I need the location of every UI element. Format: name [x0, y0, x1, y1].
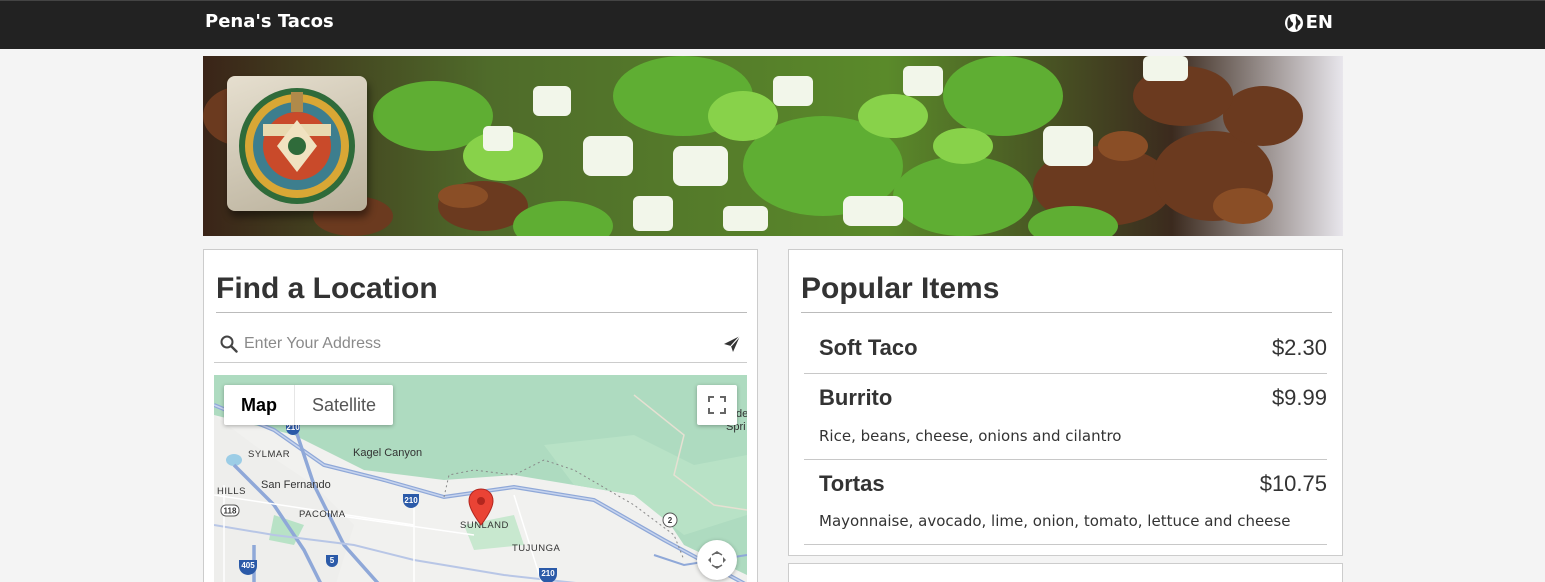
shield-210-b: 210 — [404, 496, 418, 505]
title-divider — [216, 312, 747, 313]
popular-items-list: Soft Taco $2.30 Burrito $9.99 Rice, bean… — [804, 322, 1327, 545]
shield-5: 5 — [330, 556, 335, 565]
map-label-pacoima: PACOIMA — [299, 509, 346, 520]
send-icon[interactable] — [721, 333, 743, 355]
tacos-banner-image — [203, 56, 1343, 236]
find-location-card: Find a Location Enter Your Address 210 2… — [203, 249, 758, 582]
find-location-title: Find a Location — [216, 272, 438, 305]
title-divider — [801, 312, 1332, 313]
menu-item[interactable]: Burrito $9.99 Rice, beans, cheese, onion… — [804, 374, 1327, 460]
restaurant-logo — [239, 88, 355, 204]
next-section-card — [788, 563, 1343, 582]
map-label-sylmar: SYLMAR — [248, 449, 291, 460]
location-pin-icon[interactable] — [468, 488, 494, 526]
restaurant-logo-card[interactable] — [227, 76, 367, 211]
map-label-de: de — [736, 408, 747, 420]
shield-118: 118 — [224, 507, 237, 516]
menu-item-price: $2.30 — [1271, 335, 1327, 360]
shield-210-c: 210 — [541, 569, 555, 578]
popular-items-title: Popular Items — [801, 272, 1000, 305]
hero-banner — [203, 56, 1343, 236]
fullscreen-icon — [708, 396, 726, 414]
camera-control-icon — [708, 551, 726, 569]
menu-item-name: Burrito — [819, 385, 893, 410]
brand-title[interactable]: Pena's Tacos — [205, 11, 334, 32]
language-label: EN — [1305, 12, 1333, 33]
location-map[interactable]: 210 210 118 405 5 210 2 SYLMAR Kagel Can… — [214, 375, 747, 582]
shield-2: 2 — [668, 516, 673, 525]
map-type-satellite-button[interactable]: Satellite — [295, 385, 393, 425]
map-label-san-fernando: San Fernando — [261, 479, 331, 491]
language-selector[interactable]: EN — [1284, 12, 1333, 33]
camera-control-button[interactable] — [697, 540, 737, 580]
shield-405: 405 — [241, 561, 255, 570]
menu-item[interactable]: Tortas $10.75 Mayonnaise, avocado, lime,… — [804, 460, 1327, 545]
menu-item-description: Rice, beans, cheese, onions and cilantro — [819, 427, 1122, 445]
menu-item-description: Mayonnaise, avocado, lime, onion, tomato… — [819, 512, 1291, 530]
map-type-map-button[interactable]: Map — [224, 385, 294, 425]
menu-item[interactable]: Soft Taco $2.30 — [804, 322, 1327, 374]
globe-icon — [1284, 13, 1303, 32]
menu-item-name: Tortas — [819, 470, 885, 496]
map-type-control: Map Satellite — [224, 385, 394, 425]
map-label-hills: HILLS — [217, 486, 246, 497]
map-label-kagel-canyon: Kagel Canyon — [353, 447, 423, 459]
menu-item-price: $9.99 — [1271, 385, 1327, 410]
menu-item-name: Soft Taco — [819, 335, 918, 360]
fullscreen-button[interactable] — [697, 385, 737, 425]
address-search-bar — [214, 326, 747, 363]
search-icon — [220, 335, 238, 353]
map-label-tujunga: TUJUNGA — [512, 543, 561, 554]
address-input[interactable] — [244, 329, 721, 359]
top-navbar: Pena's Tacos EN — [0, 0, 1545, 49]
popular-items-card: Popular Items Soft Taco $2.30 Burrito $9… — [788, 249, 1343, 556]
menu-item-price: $10.75 — [1259, 470, 1327, 496]
